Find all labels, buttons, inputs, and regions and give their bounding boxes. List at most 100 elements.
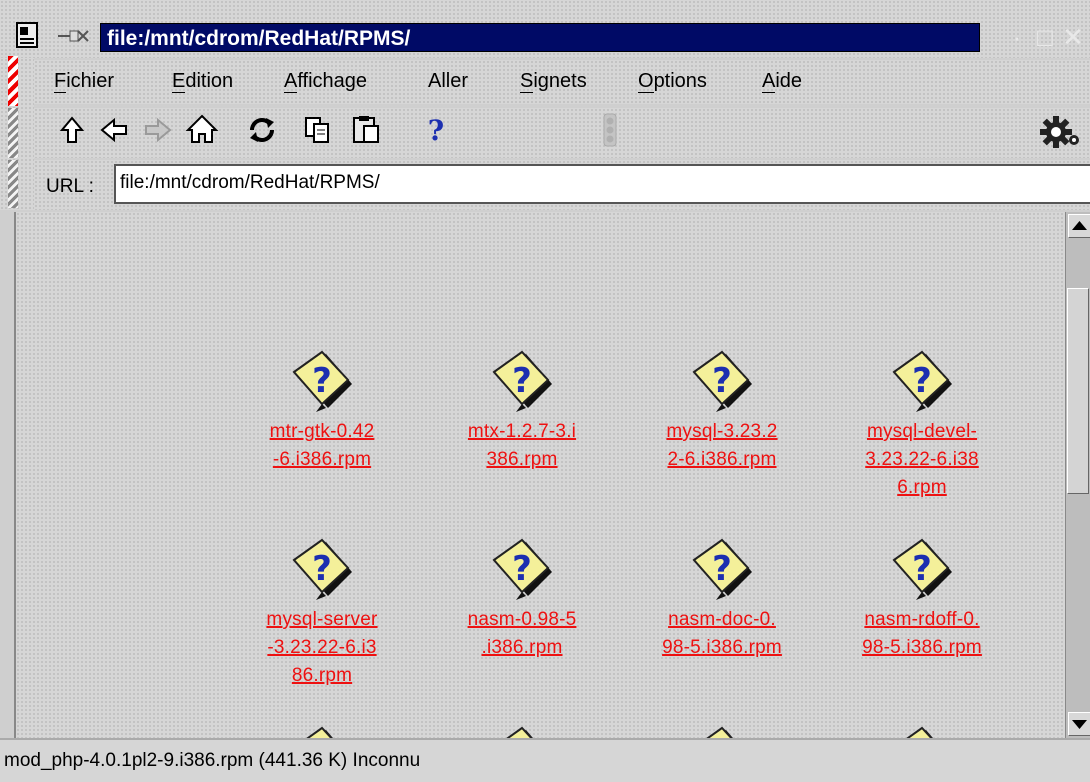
menu-affichage[interactable]: Affichage	[284, 70, 367, 93]
file-name-line: 386.rpm	[486, 449, 558, 470]
unknown-file-icon[interactable]: ?	[686, 538, 758, 604]
file-name-line: nasm-0.98-5	[467, 609, 577, 630]
file-link[interactable]: nasm-doc-0. 98-5.i386.rpm	[622, 606, 822, 662]
file-item[interactable]: ? mysql-devel- 3.23.22-6.i38 6.rpm	[822, 350, 1022, 502]
svg-text:?: ?	[312, 549, 332, 589]
scroll-up-arrow-icon	[1072, 221, 1087, 230]
unknown-file-icon[interactable]: ?	[686, 726, 758, 738]
unknown-file-icon[interactable]: ?	[486, 350, 558, 416]
file-name-line: mtr-gtk-0.42	[269, 421, 375, 442]
file-view[interactable]: ?mkkickstart-2.3-1.noarch.rpm?mod_dav-1.…	[14, 212, 1067, 738]
unknown-file-icon[interactable]: ?	[286, 350, 358, 416]
file-name-line: mysql-server	[266, 609, 378, 630]
unknown-file-icon[interactable]: ?	[286, 726, 358, 738]
file-item[interactable]: ? mysql-server -3.23.22-6.i3 86.rpm	[222, 538, 422, 690]
paste-icon[interactable]	[346, 108, 386, 152]
file-link[interactable]: nasm-rdoff-0. 98-5.i386.rpm	[822, 606, 1022, 662]
file-link[interactable]: mysql-devel- 3.23.22-6.i38 6.rpm	[822, 418, 1022, 502]
file-name-line: .i386.rpm	[481, 637, 563, 658]
title-bar: file:/mnt/cdrom/RedHat/RPMS/ · □ ✕	[0, 0, 1090, 58]
back-icon[interactable]	[94, 108, 134, 152]
unknown-file-icon[interactable]: ?	[686, 350, 758, 416]
url-input[interactable]: file:/mnt/cdrom/RedHat/RPMS/	[114, 164, 1090, 204]
file-link[interactable]: mtr-gtk-0.42 -6.i386.rpm	[222, 418, 422, 474]
file-name-line: 6.rpm	[897, 477, 947, 498]
home-icon[interactable]	[182, 108, 222, 152]
file-item[interactable]: ? nasm-doc-0. 98-5.i386.rpm	[622, 538, 822, 662]
menu-bar: Fichier Edition Affichage Aller Signets …	[34, 60, 1090, 104]
file-item[interactable]: ?	[222, 726, 422, 738]
file-link[interactable]: mtx-1.2.7-3.i 386.rpm	[422, 418, 622, 474]
toolbar-grip[interactable]	[8, 108, 18, 158]
svg-text:?: ?	[428, 114, 444, 147]
file-name-line: mysql-3.23.2	[666, 421, 778, 442]
file-link[interactable]: mysql-3.23.2 2-6.i386.rpm	[622, 418, 822, 474]
file-name-line: mtx-1.2.7-3.i	[467, 421, 577, 442]
file-name-line: 2-6.i386.rpm	[667, 449, 777, 470]
file-link[interactable]: nasm-0.98-5 .i386.rpm	[422, 606, 622, 662]
scroll-down-arrow-icon	[1072, 720, 1087, 729]
file-item[interactable]: ? nasm-rdoff-0. 98-5.i386.rpm	[822, 538, 1022, 662]
file-name-line: 86.rpm	[291, 665, 353, 686]
svg-text:?: ?	[512, 361, 532, 401]
unknown-file-icon[interactable]: ?	[286, 538, 358, 604]
file-name-line: nasm-doc-0.	[668, 609, 776, 630]
reload-icon[interactable]	[242, 108, 282, 152]
file-name-line: 98-5.i386.rpm	[662, 637, 782, 658]
menu-signets[interactable]: Signets	[520, 70, 587, 93]
file-name-line: nasm-rdoff-0.	[864, 609, 980, 630]
forward-icon[interactable]	[138, 108, 178, 152]
menu-options[interactable]: Options	[638, 70, 707, 93]
file-name-line: mysql-devel-	[866, 421, 978, 442]
file-name-line: 98-5.i386.rpm	[862, 637, 982, 658]
scroll-down-button[interactable]	[1068, 712, 1090, 736]
file-item[interactable]: ?	[622, 726, 822, 738]
unknown-file-icon[interactable]: ?	[486, 726, 558, 738]
window-title: file:/mnt/cdrom/RedHat/RPMS/	[100, 23, 980, 52]
svg-text:?: ?	[912, 361, 932, 401]
up-icon[interactable]	[52, 108, 92, 152]
gear-icon[interactable]	[1036, 112, 1082, 152]
toolbar: ?	[34, 108, 1090, 158]
menu-aide[interactable]: Aide	[762, 70, 802, 93]
menu-fichier[interactable]: Fichier	[54, 70, 114, 93]
menu-edition[interactable]: Edition	[172, 70, 233, 93]
status-text: mod_php-4.0.1pl2-9.i386.rpm (441.36 K) I…	[4, 750, 421, 771]
menubar-grip[interactable]	[8, 56, 18, 106]
file-name-line: -6.i386.rpm	[272, 449, 372, 470]
unknown-file-icon[interactable]: ?	[886, 538, 958, 604]
window-menu-icon[interactable]	[16, 22, 38, 48]
url-label: URL :	[46, 176, 94, 197]
unknown-file-icon[interactable]: ?	[886, 726, 958, 738]
copy-icon[interactable]	[298, 108, 338, 152]
svg-text:?: ?	[512, 549, 532, 589]
file-item[interactable]: ?	[822, 726, 1022, 738]
help-icon[interactable]: ?	[416, 108, 456, 152]
svg-text:?: ?	[712, 361, 732, 401]
file-link[interactable]: mysql-server -3.23.22-6.i3 86.rpm	[222, 606, 422, 690]
close-button[interactable]: ✕	[1060, 24, 1086, 50]
stop-icon[interactable]	[590, 108, 630, 152]
file-item[interactable]: ? mtr-gtk-0.42 -6.i386.rpm	[222, 350, 422, 474]
svg-text:?: ?	[912, 549, 932, 589]
scroll-up-button[interactable]	[1068, 214, 1090, 238]
file-item[interactable]: ?	[422, 726, 622, 738]
file-item[interactable]: ? mtx-1.2.7-3.i 386.rpm	[422, 350, 622, 474]
svg-text:?: ?	[312, 361, 332, 401]
minimize-button[interactable]: ·	[1004, 24, 1030, 50]
file-name-line: -3.23.22-6.i3	[267, 637, 377, 658]
file-name-line: 3.23.22-6.i38	[865, 449, 979, 470]
file-item[interactable]: ? nasm-0.98-5 .i386.rpm	[422, 538, 622, 662]
unknown-file-icon[interactable]: ?	[886, 350, 958, 416]
pin-icon[interactable]	[56, 28, 90, 44]
file-item[interactable]: ? mysql-3.23.2 2-6.i386.rpm	[622, 350, 822, 474]
scroll-thumb[interactable]	[1067, 288, 1089, 494]
menu-aller[interactable]: Aller	[428, 70, 468, 93]
unknown-file-icon[interactable]: ?	[486, 538, 558, 604]
location-bar: URL : file:/mnt/cdrom/RedHat/RPMS/	[34, 160, 1090, 210]
status-bar: mod_php-4.0.1pl2-9.i386.rpm (441.36 K) I…	[0, 738, 1090, 782]
vertical-scrollbar[interactable]	[1065, 212, 1090, 738]
urlbar-grip[interactable]	[8, 160, 18, 208]
svg-text:?: ?	[712, 549, 732, 589]
maximize-button[interactable]: □	[1032, 24, 1058, 50]
